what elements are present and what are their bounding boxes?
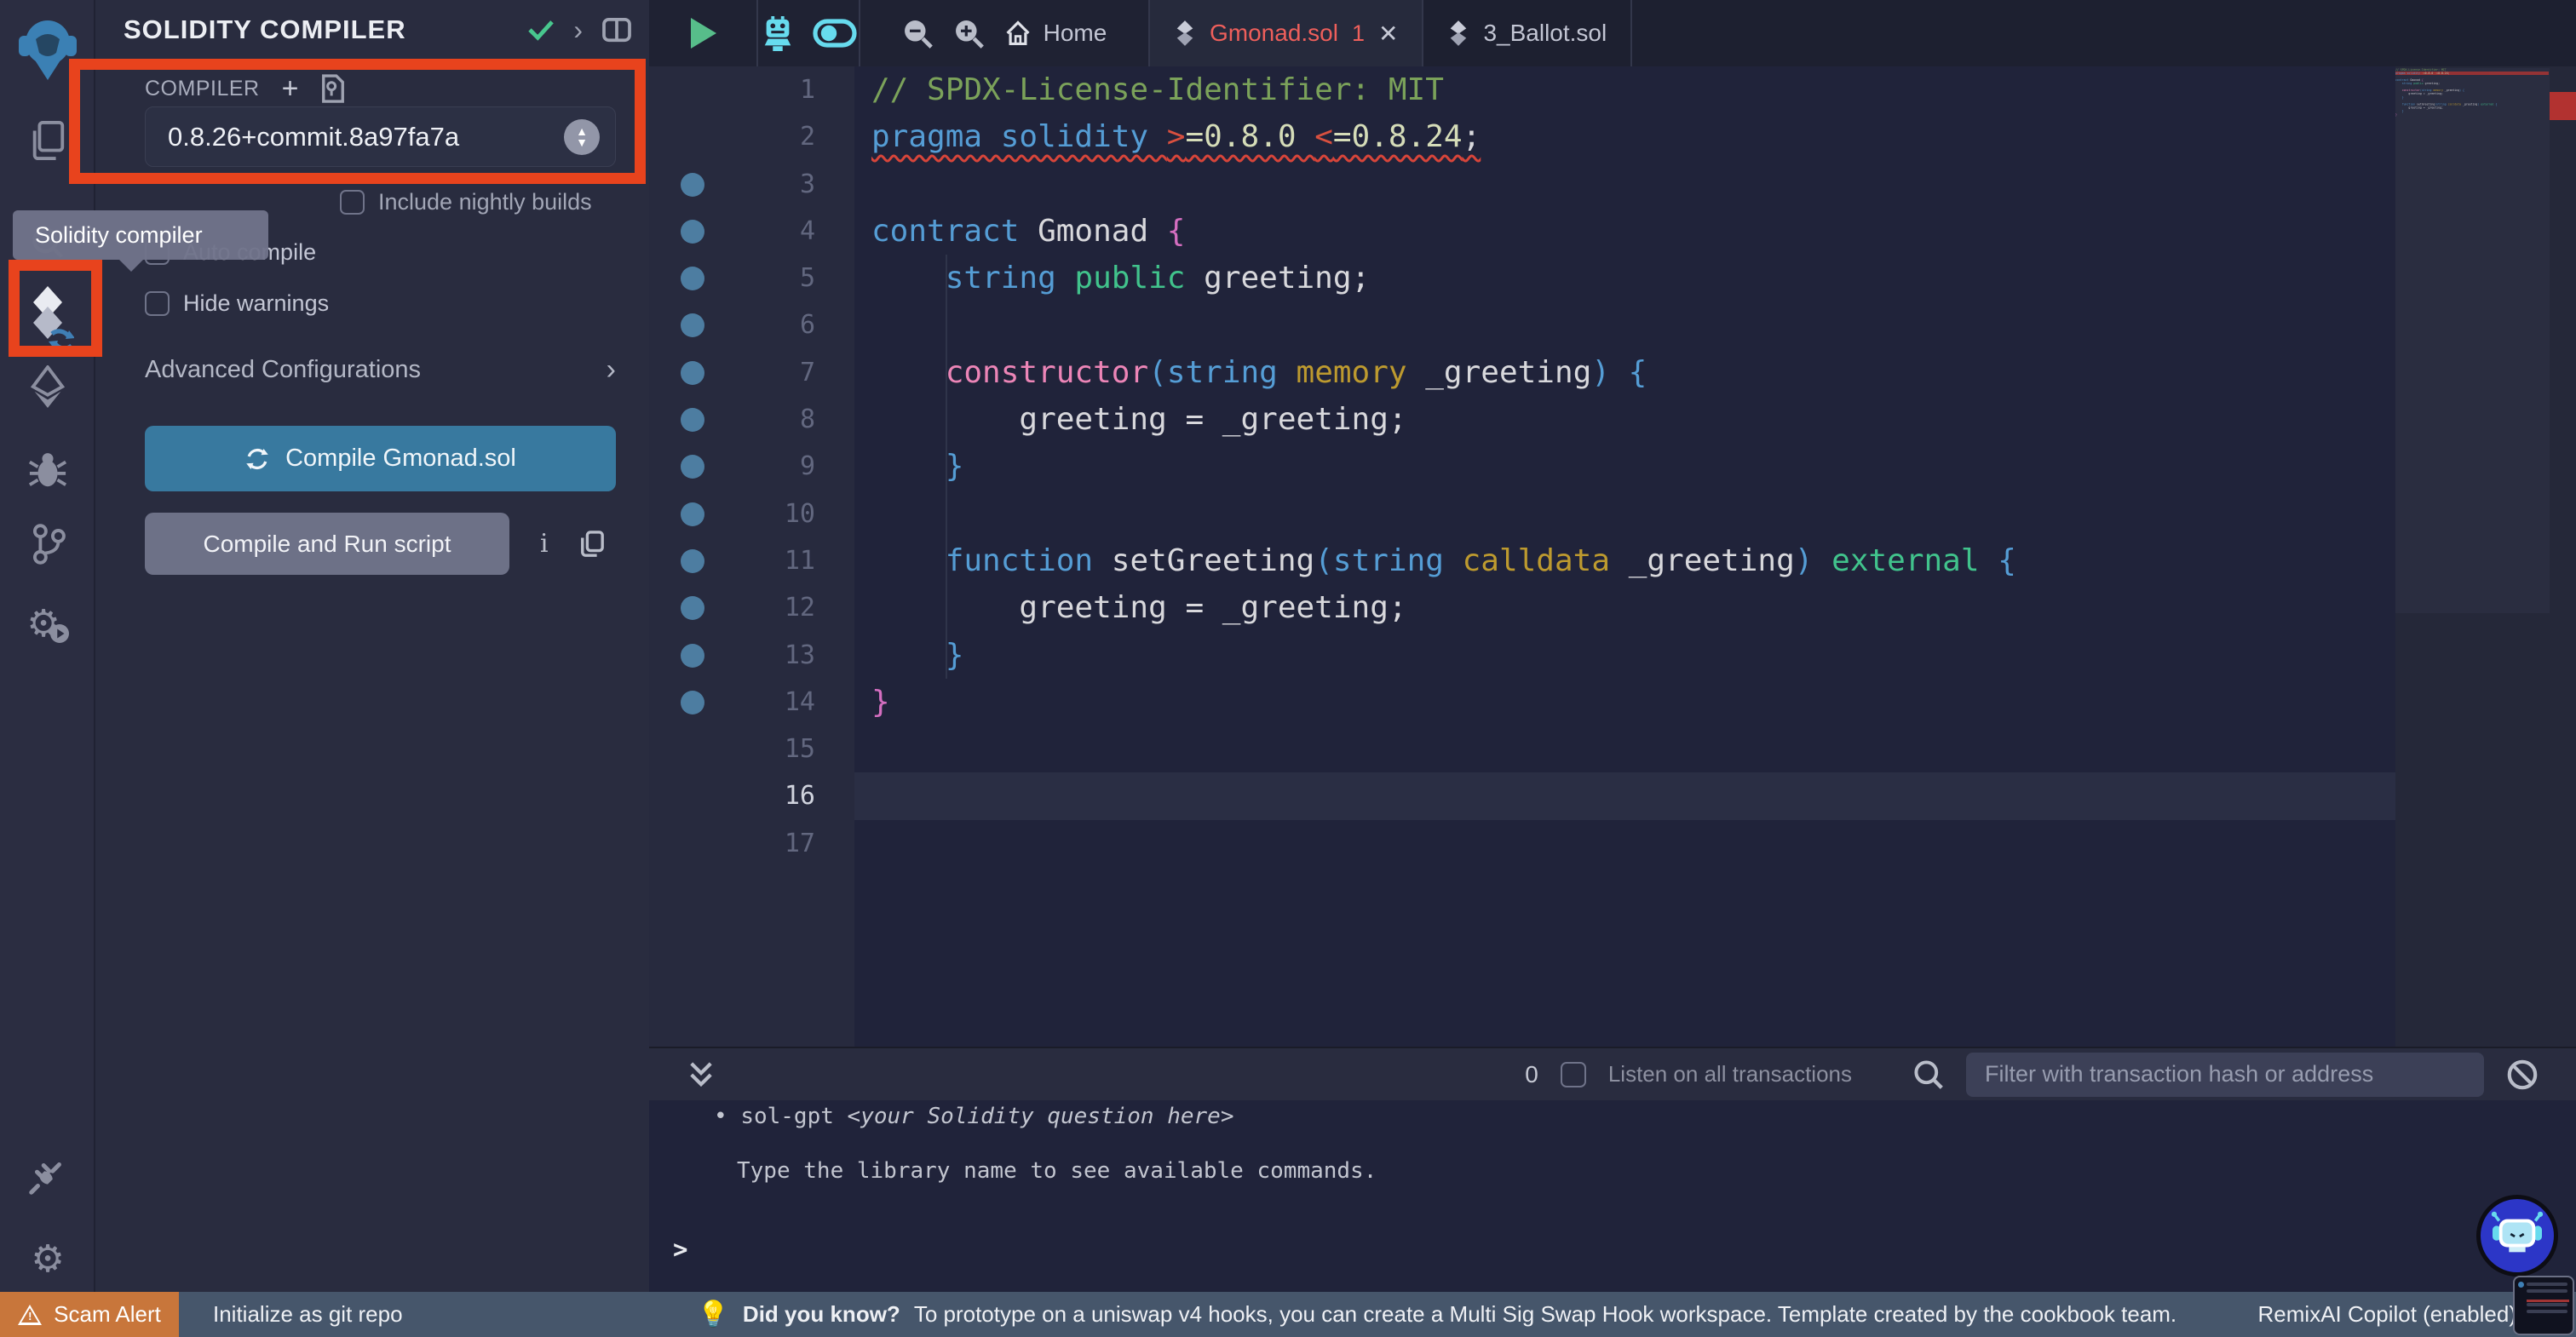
terminal-prompt[interactable]: > <box>673 1235 687 1264</box>
listen-transactions-checkbox[interactable] <box>1560 1061 1586 1087</box>
compile-button-label: Compile Gmonad.sol <box>285 445 516 472</box>
compile-button[interactable]: Compile Gmonad.sol <box>145 426 616 491</box>
solidity-compiler-panel: SOLIDITY COMPILER › COMPILER + 0.8.26+co… <box>95 0 649 1337</box>
advanced-configurations-label: Advanced Configurations <box>145 356 422 383</box>
home-tab-section: Home <box>860 0 1150 66</box>
unit-testing-icon[interactable]: ⚙ <box>0 594 95 654</box>
ai-assistant-robot-icon[interactable] <box>760 14 796 52</box>
tabbar-filler <box>1632 0 2576 66</box>
init-git-repo-button[interactable]: Initialize as git repo <box>213 1301 403 1328</box>
status-bar: ! Scam Alert Initialize as git repo 💡 Di… <box>0 1292 2576 1337</box>
minimap[interactable]: // SPDX-License-Identifier: MIT pragma so… <box>2395 68 2550 613</box>
run-script-play-icon[interactable] <box>687 16 718 50</box>
advanced-chevron-icon: › <box>606 353 616 386</box>
tab-ballot-label: 3_Ballot.sol <box>1483 20 1607 46</box>
solidity-file-icon <box>1451 20 1467 46</box>
copilot-toggle-icon[interactable] <box>813 19 857 48</box>
terminal-library-hint: Type the library name to see available c… <box>737 1158 1377 1184</box>
annotation-box-compiler-version <box>69 59 646 184</box>
scam-alert-badge[interactable]: ! Scam Alert <box>0 1292 179 1337</box>
home-icon <box>1006 20 1030 46</box>
tab-gmonad-error-badge: 1 <box>1351 20 1365 46</box>
scam-alert-label: Scam Alert <box>54 1301 161 1327</box>
code-editor[interactable]: 1 2 3 4 5 6 7 8 9 10 11 12 13 14 15 16 17 // SPDX-Licens… <box>649 66 2576 1047</box>
tab-home[interactable]: Home <box>1004 20 1107 47</box>
panel-title: SOLIDITY COMPILER <box>124 14 406 44</box>
advanced-configurations[interactable]: Advanced Configurations › <box>145 353 616 387</box>
ai-robot-face-icon <box>2491 1211 2544 1253</box>
warning-icon: ! <box>18 1304 43 1325</box>
recompile-icon <box>246 448 268 469</box>
compile-and-run-label: Compile and Run script <box>203 530 451 557</box>
main-area: Home Gmonad.sol 1 ✕ 3_Ballot.sol 1 2 3 4… <box>649 0 2576 1337</box>
split-view-icon[interactable] <box>601 17 632 43</box>
editor-right-rail: // SPDX-License-Identifier: MIT pragma so… <box>2395 66 2576 1047</box>
hide-warnings-label: Hide warnings <box>183 290 330 316</box>
tab-close-icon[interactable]: ✕ <box>1378 20 1398 48</box>
copy-icon[interactable] <box>579 530 605 559</box>
info-icon[interactable]: i <box>540 529 549 559</box>
tab-gmonad-label: Gmonad.sol <box>1210 20 1338 46</box>
listen-transactions-label: Listen on all transactions <box>1607 1061 1852 1087</box>
git-icon[interactable] <box>0 514 95 574</box>
tab-bar: Home Gmonad.sol 1 ✕ 3_Ballot.sol <box>649 0 2576 66</box>
plugin-manager-icon[interactable] <box>0 1146 95 1206</box>
terminal-output[interactable]: • sol-gpt <your Solidity question here> … <box>649 1100 2576 1292</box>
nightly-builds-label: Include nightly builds <box>378 189 592 215</box>
nightly-builds-checkbox[interactable] <box>340 190 365 215</box>
compile-and-run-button[interactable]: Compile and Run script <box>145 513 509 575</box>
remix-ai-assistant-button[interactable] <box>2476 1195 2558 1277</box>
clear-console-icon[interactable] <box>2506 1059 2539 1091</box>
tab-ballot[interactable]: 3_Ballot.sol <box>1423 0 1633 66</box>
editor-scrollbar[interactable] <box>2550 66 2576 1047</box>
screenshot-thumbnail[interactable] <box>2513 1276 2574 1335</box>
deploy-run-icon[interactable] <box>0 358 95 417</box>
ai-tools-section <box>758 0 860 66</box>
terminal-collapse-icon[interactable] <box>688 1060 714 1089</box>
annotation-box-compiler-icon <box>9 260 102 357</box>
solidity-file-icon <box>1176 20 1193 46</box>
activity-bar: ⚙ ⚙ <box>0 0 95 1337</box>
settings-icon[interactable]: ⚙ <box>0 1230 95 1289</box>
terminal-search-icon[interactable] <box>1913 1059 1944 1090</box>
tip-title: Did you know? <box>742 1301 900 1327</box>
run-script-section <box>649 0 758 66</box>
solidity-compiler-tooltip: Solidity compiler <box>13 210 268 260</box>
tip-text: To prototype on a uniswap v4 hooks, you … <box>913 1301 2177 1327</box>
debugger-icon[interactable] <box>0 441 95 501</box>
panel-forward-icon[interactable]: › <box>573 14 583 46</box>
copilot-status[interactable]: RemixAI Copilot (enabled) <box>2258 1301 2516 1328</box>
editor-code-area[interactable]: // SPDX-License-Identifier: MIT pragma so… <box>854 66 2395 1047</box>
tooltip-caret <box>119 260 143 272</box>
transaction-count: 0 <box>1525 1060 1538 1087</box>
tab-home-label: Home <box>1043 20 1107 46</box>
zoom-in-icon[interactable] <box>953 18 984 49</box>
terminal-bar: 0 Listen on all transactions <box>649 1047 2576 1100</box>
hide-warnings-checkbox[interactable] <box>145 291 170 316</box>
terminal-help-line: • sol-gpt <your Solidity question here> <box>714 1104 1234 1129</box>
compile-success-check-icon <box>528 20 555 41</box>
remix-ide-window: ⚙ ⚙ SOLIDITY COMPILER › COMPILER + 0.8.2… <box>0 0 2576 1337</box>
lightbulb-icon: 💡 <box>697 1300 729 1328</box>
panel-header: SOLIDITY COMPILER › <box>95 0 649 60</box>
editor-gutter[interactable]: 1 2 3 4 5 6 7 8 9 10 11 12 13 14 15 16 17 <box>649 66 854 1047</box>
transaction-filter-input[interactable] <box>1966 1052 2484 1097</box>
scrollbar-error-marker <box>2550 92 2576 120</box>
tab-gmonad[interactable]: Gmonad.sol 1 ✕ <box>1150 0 1424 66</box>
did-you-know-tip: 💡 Did you know? To prototype on a uniswa… <box>698 1300 2177 1329</box>
zoom-out-icon[interactable] <box>902 18 933 49</box>
